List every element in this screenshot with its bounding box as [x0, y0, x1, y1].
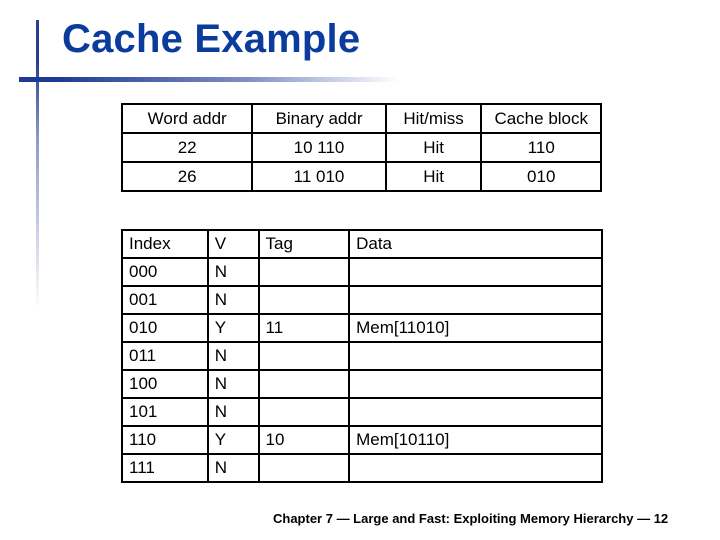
- column-header: V: [206, 229, 260, 259]
- table-cell: [348, 453, 603, 483]
- table-cell: N: [206, 257, 260, 287]
- table-cell: 010: [480, 161, 602, 192]
- column-header: Cache block: [480, 103, 602, 134]
- table-cell: 110: [121, 425, 209, 455]
- table-cell: [257, 285, 351, 315]
- table-cell: 011: [121, 341, 209, 371]
- table-cell: 22: [120, 132, 254, 163]
- table-cell: N: [206, 285, 260, 315]
- table-cell: [257, 369, 351, 399]
- table-row: 011 N: [121, 341, 603, 371]
- decorative-horizontal-bar: [19, 77, 399, 82]
- slide-title: Cache Example: [62, 17, 361, 61]
- table-row: 110 Y 10 Mem[10110]: [121, 425, 603, 455]
- table-row: 100 N: [121, 369, 603, 399]
- table-cell: 100: [121, 369, 209, 399]
- column-header: Word addr: [120, 103, 254, 134]
- cache-table: Index V Tag Data 000 N 001 N 010 Y 11 Mem[11010] 011…: [121, 229, 603, 483]
- table-cell: [348, 257, 603, 287]
- table-cell: 000: [121, 257, 209, 287]
- decorative-vertical-bar: [36, 20, 39, 310]
- column-header: Binary addr: [251, 103, 387, 134]
- table-row: 010 Y 11 Mem[11010]: [121, 313, 603, 343]
- table-cell: 110: [480, 132, 602, 163]
- table-cell: N: [206, 453, 260, 483]
- column-header: Data: [348, 229, 603, 259]
- table-cell: [257, 341, 351, 371]
- table-row: 26 11 010 Hit 010: [120, 161, 602, 192]
- table-cell: [257, 453, 351, 483]
- column-header: Tag: [257, 229, 351, 259]
- table-cell: 11: [257, 313, 351, 343]
- table-cell: Mem[10110]: [348, 425, 603, 455]
- table-cell: 111: [121, 453, 209, 483]
- table-cell: 101: [121, 397, 209, 427]
- table-cell: Mem[11010]: [348, 313, 603, 343]
- table-row: 101 N: [121, 397, 603, 427]
- table-cell: 26: [120, 161, 254, 192]
- table-row: 001 N: [121, 285, 603, 315]
- table-cell: Hit: [384, 161, 483, 192]
- column-header: Hit/miss: [384, 103, 483, 134]
- table-cell: [257, 257, 351, 287]
- table-cell: [348, 369, 603, 399]
- table-cell: 10: [257, 425, 351, 455]
- table-cell: 10 110: [251, 132, 387, 163]
- table-cell: [257, 397, 351, 427]
- table-cell: [348, 397, 603, 427]
- table-cell: N: [206, 341, 260, 371]
- access-table: Word addr Binary addr Hit/miss Cache block 2…: [120, 103, 602, 192]
- table-cell: N: [206, 397, 260, 427]
- table-cell: 001: [121, 285, 209, 315]
- column-header: Index: [121, 229, 209, 259]
- table-header-row: Index V Tag Data: [121, 229, 603, 259]
- table-row: 22 10 110 Hit 110: [120, 132, 602, 163]
- table-cell: N: [206, 369, 260, 399]
- table-cell: Y: [206, 313, 260, 343]
- table-cell: Hit: [384, 132, 483, 163]
- table-cell: 010: [121, 313, 209, 343]
- table-cell: Y: [206, 425, 260, 455]
- table-header-row: Word addr Binary addr Hit/miss Cache block: [120, 103, 602, 134]
- table-row: 000 N: [121, 257, 603, 287]
- table-cell: [348, 285, 603, 315]
- table-row: 111 N: [121, 453, 603, 483]
- slide-footer: Chapter 7 — Large and Fast: Exploiting M…: [273, 511, 669, 526]
- table-cell: 11 010: [251, 161, 387, 192]
- table-cell: [348, 341, 603, 371]
